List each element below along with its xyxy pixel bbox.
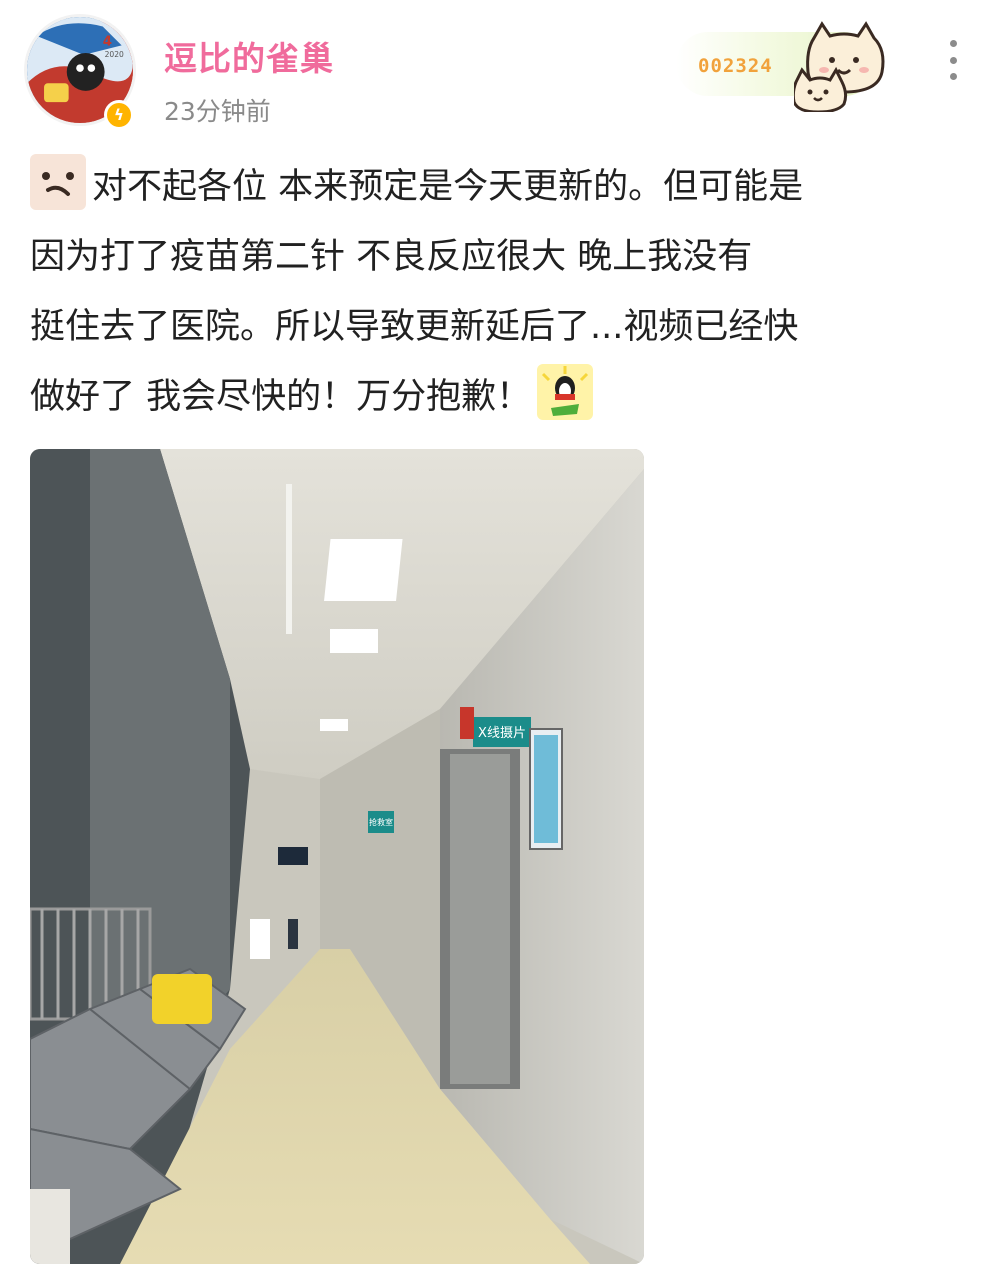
svg-text:2020: 2020 xyxy=(105,50,124,59)
hospital-corridor-image: X线摄片 抢救室 xyxy=(30,449,644,1264)
post-body-line: 挺住去了医院。所以导致更新延后了...视频已经快 xyxy=(30,307,799,347)
sorry-face-emoji xyxy=(30,154,86,210)
ward-sign-label: 抢救室 xyxy=(369,817,393,827)
post-body-line: 做好了 我会尽快的！万分抱歉！ xyxy=(30,362,980,432)
post-body-line: 因为打了疫苗第二针 不良反应很大 晚上我没有 xyxy=(30,237,753,277)
xray-sign-label: X线摄片 xyxy=(478,726,526,741)
more-vertical-icon xyxy=(949,40,957,47)
username[interactable]: 逗比的雀巢 xyxy=(164,32,334,80)
lightning-badge-icon: ϟ xyxy=(104,100,134,130)
post-body-line: 对不起各位 本来预定是今天更新的。但可能是 xyxy=(30,152,980,222)
svg-text:4: 4 xyxy=(103,34,112,49)
post-timestamp: 23分钟前 xyxy=(164,97,271,126)
fan-badge[interactable]: 002324 xyxy=(676,20,904,112)
cat-icon xyxy=(794,21,885,112)
post-header: 4 2020 ϟ 逗比的雀巢 23分钟前 002324 xyxy=(0,0,1003,140)
post-body: 对不起各位 本来预定是今天更新的。但可能是 因为打了疫苗第二针 不良反应很大 晚… xyxy=(30,152,980,432)
penguin-emoji xyxy=(537,364,594,420)
post-photo[interactable]: X线摄片 抢救室 xyxy=(30,449,644,1264)
fan-badge-number: 002324 xyxy=(698,55,773,77)
more-options-button[interactable] xyxy=(938,40,968,80)
